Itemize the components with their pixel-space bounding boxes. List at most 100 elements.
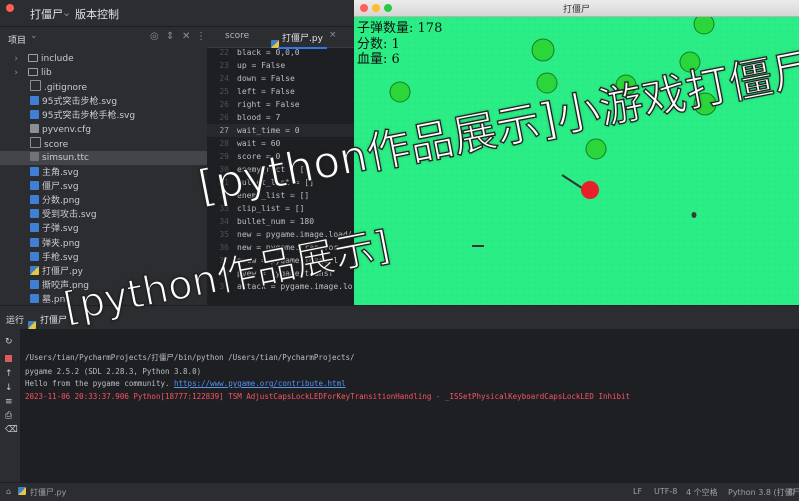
scroll-up-icon[interactable]: ↑: [5, 369, 13, 379]
python-file-icon: [18, 487, 26, 495]
tree-item[interactable]: 分数.png: [0, 194, 207, 208]
tree-item[interactable]: › lib: [0, 66, 207, 80]
tree-item-label: 子弹.svg: [42, 224, 79, 235]
file-icon: [30, 137, 41, 149]
code-line[interactable]: 24 down = False: [207, 72, 355, 85]
line-number: 25: [219, 87, 229, 96]
tree-item-label: 95式突击步枪手枪.svg: [42, 110, 136, 121]
tree-item-label: simsun.ttc: [42, 153, 89, 164]
status-bar: ⌂ 打僵尸.py LF UTF-8 4 个空格 Python 3.8 (打僵尸)…: [0, 482, 799, 501]
line-number: 26: [219, 113, 229, 122]
status-indent[interactable]: 4 个空格: [686, 487, 718, 498]
game-window-title: 打僵尸: [562, 5, 590, 15]
tree-item[interactable]: 受到攻击.svg: [0, 208, 207, 222]
close-window-icon[interactable]: [6, 4, 14, 12]
tree-item-label: 弹夹.png: [42, 238, 80, 249]
tree-item-label: include: [41, 54, 74, 64]
tab-run[interactable]: 运行: [6, 313, 24, 326]
line-number: 23: [219, 61, 229, 70]
tab-score[interactable]: score: [225, 31, 249, 41]
tree-item-label: lib: [41, 68, 52, 79]
more-icon[interactable]: ⋮: [196, 31, 206, 42]
bush: [693, 13, 715, 35]
expand-icon[interactable]: ⇕: [166, 31, 174, 42]
target-icon[interactable]: ◎: [150, 31, 159, 42]
bush: [531, 38, 555, 62]
code-text: right = False: [237, 100, 300, 109]
svg-icon: [30, 251, 39, 261]
folder-icon: [28, 68, 38, 77]
code-line[interactable]: 25 left = False: [207, 85, 355, 98]
editor-tab-bar: score 打僵尸.py ×: [207, 27, 355, 49]
collapse-icon[interactable]: ✕: [182, 31, 190, 42]
console-text: 2023-11-06 20:33:37.906 Python[18777:122…: [25, 392, 631, 401]
code-text: black = 0,0,0: [237, 48, 300, 57]
console-text: /Users/tian/PycharmProjects/打僵尸/bin/pyth…: [25, 353, 355, 362]
console-text: pygame 2.5.2 (SDL 2.28.3, Python 3.8.0): [25, 367, 202, 376]
project-switcher[interactable]: 打僵尸: [30, 6, 63, 22]
stop-icon[interactable]: [5, 355, 12, 362]
tree-item-label: 95式突击步枪.svg: [42, 96, 118, 107]
tab-run-config[interactable]: 打僵尸: [40, 313, 67, 326]
chevron-right-icon[interactable]: ›: [0, 52, 28, 66]
svg-icon: [30, 180, 39, 190]
print-icon[interactable]: ⎙: [5, 411, 12, 421]
tree-item[interactable]: 子弹.svg: [0, 222, 207, 236]
tree-item[interactable]: 弹夹.png: [0, 237, 207, 251]
console-link[interactable]: https://www.pygame.org/contribute.html: [174, 379, 346, 388]
status-encoding[interactable]: UTF-8: [654, 487, 677, 496]
tree-item[interactable]: score: [0, 137, 207, 151]
zombie: [691, 212, 697, 218]
console-line: 2023-11-06 20:33:37.906 Python[18777:122…: [25, 392, 630, 401]
soft-wrap-icon[interactable]: ≡: [5, 397, 13, 407]
tree-item[interactable]: .gitignore: [0, 80, 207, 94]
home-icon[interactable]: ⌂: [6, 487, 11, 496]
bush: [585, 138, 607, 160]
console-line: Hello from the pygame community. https:/…: [25, 379, 346, 388]
svg-icon: [30, 237, 39, 247]
tree-item[interactable]: pyvenv.cfg: [0, 123, 207, 137]
code-text: blood = 7: [237, 113, 281, 122]
tree-item[interactable]: 95式突击步枪.svg: [0, 95, 207, 109]
folder-icon: [28, 54, 38, 62]
line-number: 34: [219, 217, 229, 226]
svg-icon: [30, 166, 39, 176]
scroll-down-icon[interactable]: ↓: [5, 383, 13, 393]
rerun-icon[interactable]: ↻: [5, 337, 13, 347]
code-line[interactable]: 23 up = False: [207, 59, 355, 72]
chevron-down-icon[interactable]: ⌄: [30, 31, 38, 41]
line-number: 22: [219, 48, 229, 57]
code-line[interactable]: 22 black = 0,0,0: [207, 46, 355, 59]
close-tab-icon[interactable]: ×: [329, 30, 337, 40]
tree-item[interactable]: 95式突击步枪手枪.svg: [0, 109, 207, 123]
file-icon: [30, 80, 41, 92]
svg-icon: [30, 280, 39, 290]
chevron-down-icon[interactable]: ⌄: [62, 6, 71, 19]
line-number: 27: [219, 126, 229, 135]
chevron-down-icon[interactable]: ⌄: [110, 6, 119, 19]
status-file[interactable]: 打僵尸.py: [30, 487, 66, 498]
chevron-right-icon[interactable]: ›: [0, 66, 28, 80]
tree-item[interactable]: simsun.ttc: [0, 151, 207, 166]
hud-health-label: 血量:: [357, 52, 388, 67]
tree-item[interactable]: 僵尸.svg: [0, 180, 207, 194]
code-line[interactable]: 26 right = False: [207, 98, 355, 111]
tab-main-py[interactable]: 打僵尸.py: [278, 31, 327, 49]
tree-item-label: 主角.svg: [42, 167, 79, 178]
status-line-separator[interactable]: LF: [633, 487, 642, 496]
tree-item-label: pyvenv.cfg: [42, 125, 91, 135]
trash-icon[interactable]: ⌫: [5, 425, 18, 435]
code-text: bullet_num = 180: [237, 217, 315, 226]
lock-icon[interactable]: ⊡: [788, 487, 795, 496]
tree-item-label: 受到攻击.svg: [42, 210, 97, 221]
line-number: 35: [219, 230, 229, 239]
project-view-label[interactable]: 项目: [8, 33, 26, 46]
svg-icon: [30, 294, 39, 304]
svg-icon: [30, 109, 39, 119]
tree-item[interactable]: › include: [0, 52, 207, 66]
tree-item-label: 僵尸.svg: [42, 181, 79, 192]
tree-item[interactable]: 主角.svg: [0, 166, 207, 180]
code-line[interactable]: 26 blood = 7: [207, 111, 355, 124]
hud-health-value: 6: [391, 52, 400, 67]
cfg-icon: [30, 124, 39, 133]
